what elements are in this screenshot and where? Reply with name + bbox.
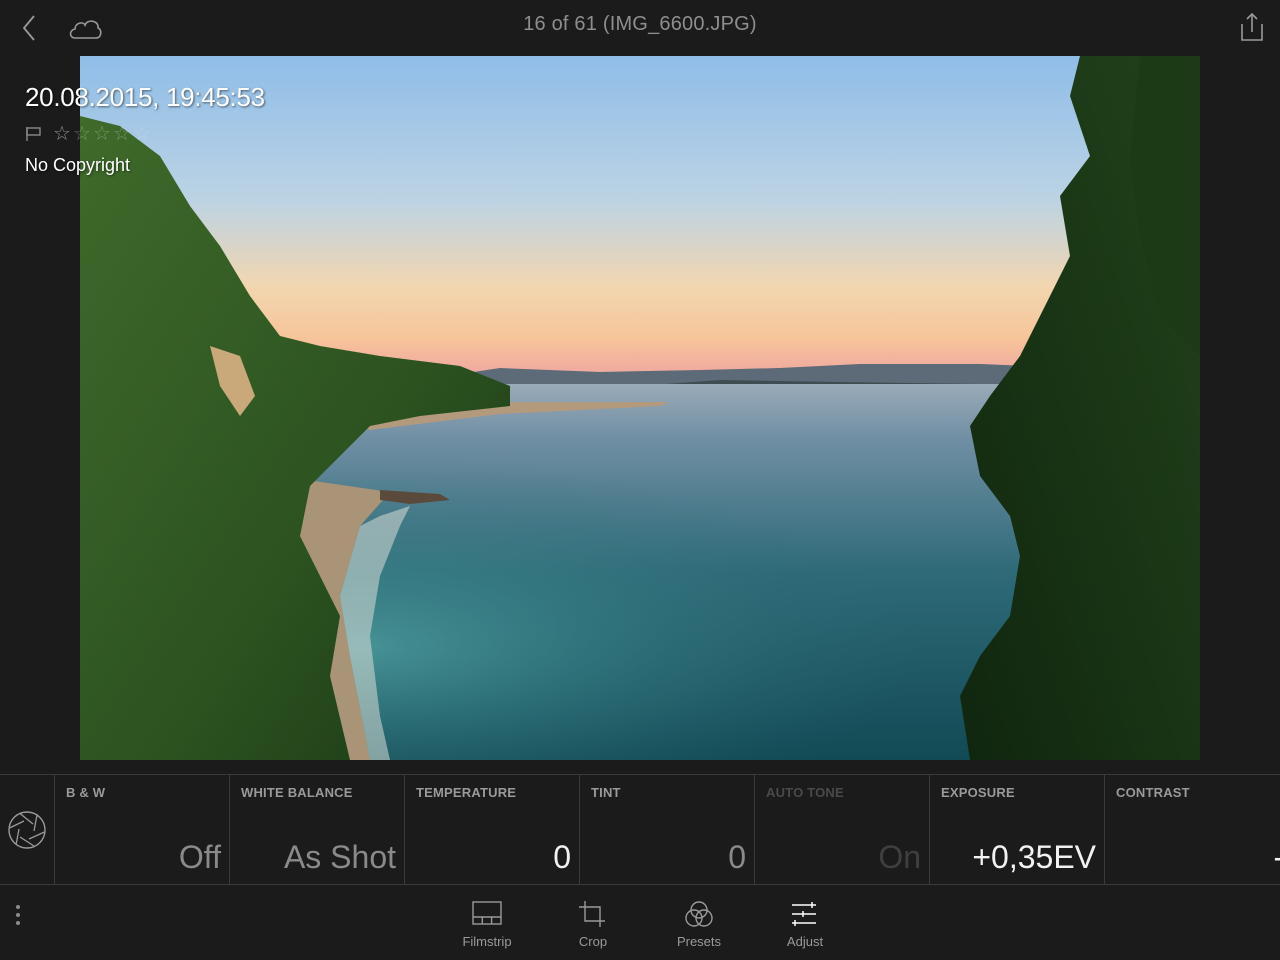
photo-info-overlay: 20.08.2015, 19:45:53 ☆ ☆ ☆ ☆ ☆ No Copyri… xyxy=(25,82,265,176)
adjust-label: CONTRAST xyxy=(1116,785,1190,800)
tool-adjust[interactable]: Adjust xyxy=(760,900,850,949)
copyright-text: No Copyright xyxy=(25,155,131,175)
adjust-label: AUTO TONE xyxy=(766,785,844,800)
filmstrip-icon xyxy=(472,901,502,925)
star-rating[interactable]: ☆ ☆ ☆ ☆ ☆ xyxy=(53,124,151,144)
presets-icon xyxy=(685,901,713,927)
tool-filmstrip[interactable]: Filmstrip xyxy=(442,900,532,949)
adjust-value: As Shot xyxy=(283,839,396,875)
adjust-label: B & W xyxy=(66,785,106,800)
tool-presets[interactable]: Presets xyxy=(654,900,744,949)
more-button[interactable] xyxy=(10,902,26,928)
tool-label: Adjust xyxy=(786,934,824,949)
adjust-contrast[interactable]: CONTRAST -8 xyxy=(1105,775,1280,884)
adjust-white-balance[interactable]: WHITE BALANCE As Shot xyxy=(230,775,405,884)
adjust-label: TINT xyxy=(591,785,621,800)
tool-label: Crop xyxy=(578,934,608,949)
adjust-bw[interactable]: B & W Off xyxy=(55,775,230,884)
tool-crop[interactable]: Crop xyxy=(548,900,638,949)
adjust-sliders-icon xyxy=(792,902,816,926)
star-icon[interactable]: ☆ xyxy=(113,124,131,144)
adjust-value: -8 xyxy=(1274,839,1280,876)
adjust-value: 0 xyxy=(728,839,746,875)
flag-icon[interactable] xyxy=(25,126,43,142)
tool-label: Filmstrip xyxy=(462,934,512,949)
adjust-label: WHITE BALANCE xyxy=(241,785,353,800)
adjust-value: 0 xyxy=(553,839,571,875)
star-icon[interactable]: ☆ xyxy=(53,124,71,144)
adjust-exposure[interactable]: EXPOSURE +0,35EV xyxy=(930,775,1105,884)
share-icon xyxy=(1241,12,1263,41)
aperture-icon xyxy=(8,810,46,849)
adjust-value: Off xyxy=(178,839,221,875)
bottom-toolbar: Filmstrip Crop Presets Adjust xyxy=(0,886,1280,960)
profile-button[interactable] xyxy=(0,775,55,884)
adjust-tint[interactable]: TINT 0 xyxy=(580,775,755,884)
star-icon[interactable]: ☆ xyxy=(73,124,91,144)
adjust-label: EXPOSURE xyxy=(941,785,1015,800)
adjustment-strip: B & W Off WHITE BALANCE As Shot TEMPERAT… xyxy=(0,774,1280,885)
crop-icon xyxy=(579,901,605,927)
star-icon[interactable]: ☆ xyxy=(93,124,111,144)
adjust-temperature[interactable]: TEMPERATURE 0 xyxy=(405,775,580,884)
adjust-label: TEMPERATURE xyxy=(416,785,517,800)
rating-row: ☆ ☆ ☆ ☆ ☆ xyxy=(25,123,265,145)
adjust-value: On xyxy=(878,839,921,875)
photo-editor-app: 16 of 61 (IMG_6600.JPG) 20.08.2015, 19:4… xyxy=(0,0,1280,960)
capture-datetime: 20.08.2015, 19:45:53 xyxy=(25,82,265,112)
adjust-value: +0,35EV xyxy=(972,839,1096,875)
top-bar: 16 of 61 (IMG_6600.JPG) xyxy=(0,0,1280,56)
adjust-auto-tone[interactable]: AUTO TONE On xyxy=(755,775,930,884)
photo-title: 16 of 61 (IMG_6600.JPG) xyxy=(523,13,757,35)
star-icon[interactable]: ☆ xyxy=(133,124,151,144)
share-button[interactable] xyxy=(1236,10,1268,44)
more-vertical-icon xyxy=(16,905,20,925)
tool-label: Presets xyxy=(676,934,722,949)
